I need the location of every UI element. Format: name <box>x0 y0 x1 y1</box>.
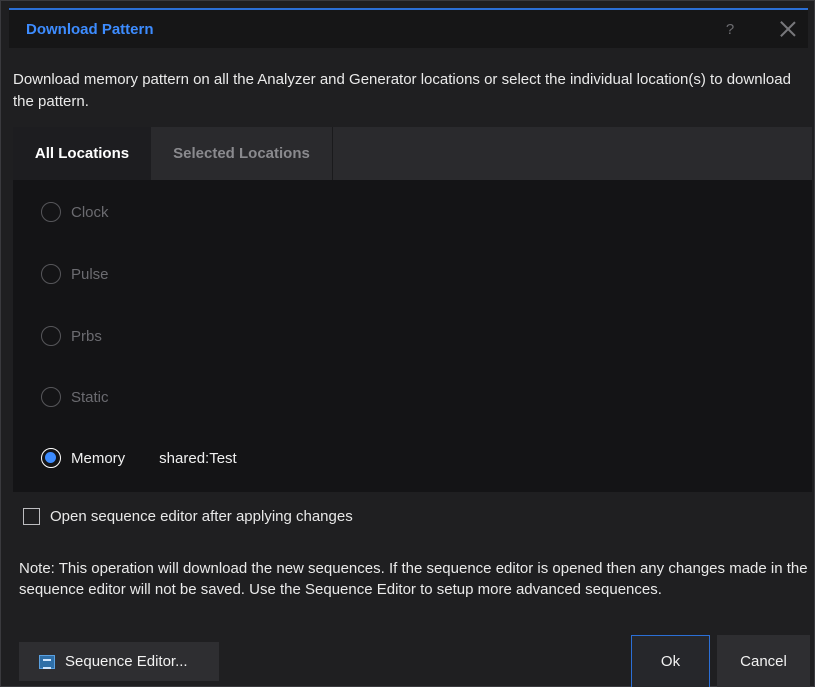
open-editor-checkbox[interactable] <box>23 508 40 525</box>
dialog-title: Download Pattern <box>26 20 154 38</box>
pattern-option-static[interactable]: Static <box>41 387 109 407</box>
close-icon[interactable] <box>778 19 798 39</box>
radio-button[interactable] <box>41 326 61 346</box>
tab-selected-locations[interactable]: Selected Locations <box>151 127 333 180</box>
sequence-editor-label: Sequence Editor... <box>65 653 188 670</box>
title-bar: Download Pattern ? <box>9 8 808 48</box>
tab-all-locations[interactable]: All Locations <box>13 127 151 180</box>
download-pattern-dialog: Download Pattern ? Download memory patte… <box>0 0 815 687</box>
pattern-label: Prbs <box>71 327 102 345</box>
radio-button[interactable] <box>41 202 61 222</box>
pattern-option-memory[interactable]: Memory shared:Test <box>41 448 237 468</box>
help-icon[interactable]: ? <box>720 21 740 38</box>
pattern-option-pulse[interactable]: Pulse <box>41 264 109 284</box>
pattern-label: Pulse <box>71 265 109 283</box>
note-text: Note: This operation will download the n… <box>19 560 808 598</box>
locations-panel: All Locations Selected Locations Clock P… <box>13 127 812 492</box>
pattern-label: Static <box>71 388 109 406</box>
pattern-label: Memory <box>71 449 126 467</box>
open-editor-label: Open sequence editor after applying chan… <box>50 508 353 525</box>
radio-button[interactable] <box>41 387 61 407</box>
pattern-option-prbs[interactable]: Prbs <box>41 326 102 346</box>
sequence-editor-icon <box>39 654 55 669</box>
ok-button[interactable]: Ok <box>631 635 710 687</box>
dialog-description: Download memory pattern on all the Analy… <box>13 71 791 110</box>
pattern-label: Clock <box>71 203 109 221</box>
pattern-option-clock[interactable]: Clock <box>41 202 109 222</box>
memory-pattern-value: shared:Test <box>159 449 237 467</box>
location-tabs: All Locations Selected Locations <box>13 127 812 180</box>
sequence-editor-button[interactable]: Sequence Editor... <box>19 642 219 681</box>
radio-button[interactable] <box>41 264 61 284</box>
open-editor-option[interactable]: Open sequence editor after applying chan… <box>23 508 353 525</box>
radio-button-selected[interactable] <box>41 448 61 468</box>
cancel-button[interactable]: Cancel <box>717 635 810 687</box>
